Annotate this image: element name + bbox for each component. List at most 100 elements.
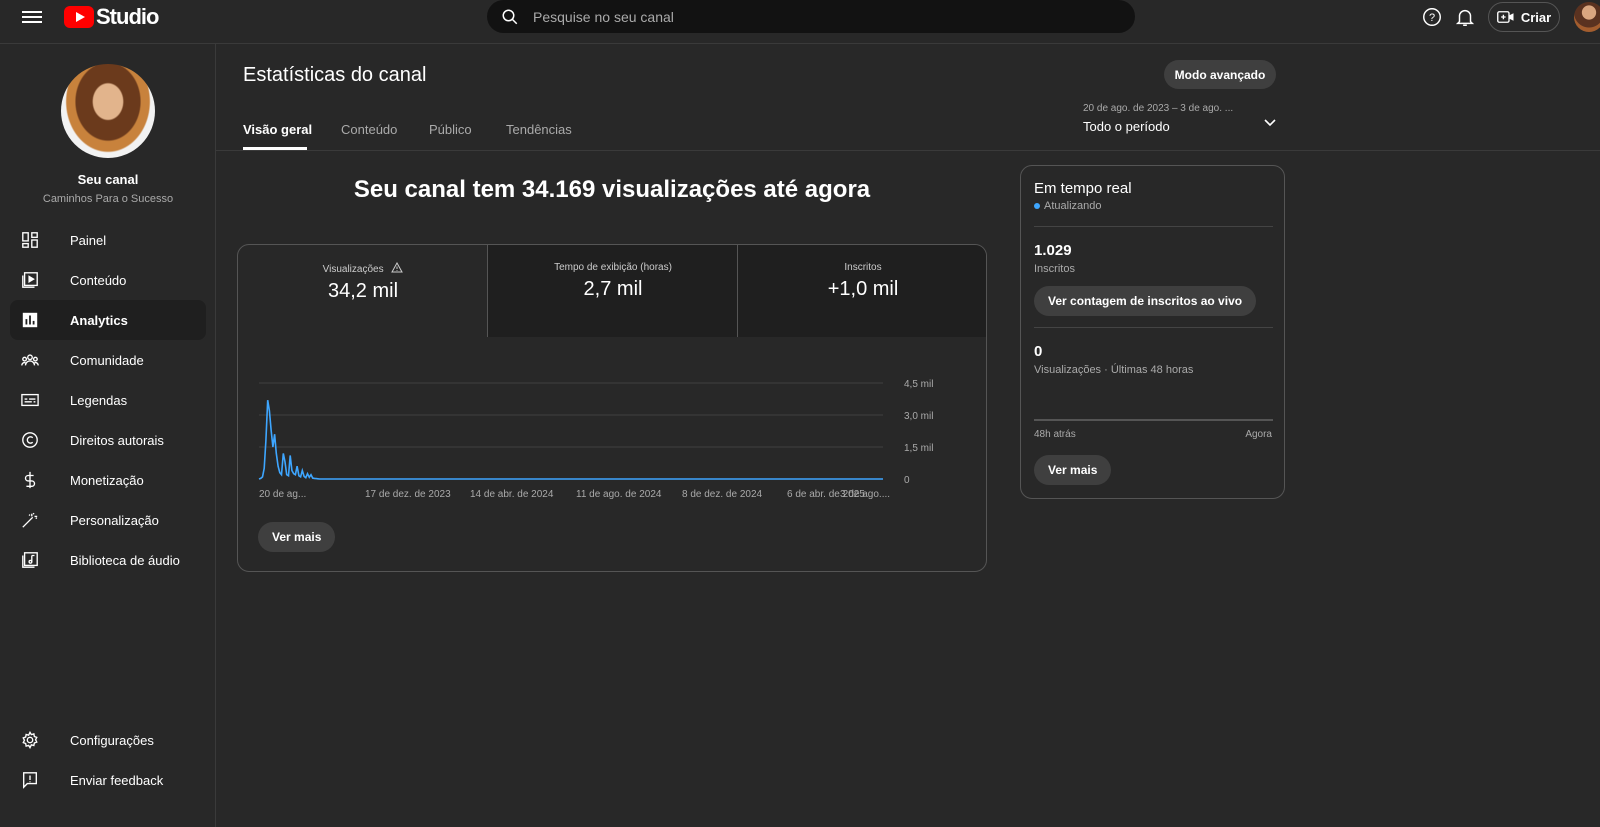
sidebar-item-content[interactable]: Conteúdo bbox=[10, 260, 206, 300]
realtime-views-value: 0 bbox=[1034, 343, 1043, 360]
metric-label-row: Visualizações bbox=[238, 261, 488, 275]
sidebar-item-subtitles[interactable]: Legendas bbox=[10, 380, 206, 420]
sidebar-item-label: Analytics bbox=[70, 312, 128, 328]
realtime-status: Atualizando bbox=[1034, 200, 1102, 212]
views-chart: 4,5 mil 3,0 mil 1,5 mil 0 20 de ag... 17 de d… bbox=[238, 337, 986, 571]
realtime-axis-right: Agora bbox=[1245, 429, 1272, 440]
metric-value: 34,2 mil bbox=[327, 280, 399, 302]
divider bbox=[1034, 327, 1273, 328]
search-bar[interactable] bbox=[487, 0, 1135, 33]
sidebar-item-analytics[interactable]: Analytics bbox=[10, 300, 206, 340]
channel-avatar[interactable] bbox=[61, 64, 155, 158]
tab-overview[interactable]: Visão geral bbox=[243, 122, 312, 137]
audio-library-icon bbox=[20, 550, 40, 570]
y-tick-label: 0 bbox=[904, 475, 910, 486]
live-subscriber-count-button[interactable]: Ver contagem de inscritos ao vivo bbox=[1034, 286, 1257, 316]
feedback-icon bbox=[20, 770, 40, 790]
sidebar-item-copyright[interactable]: Direitos autorais bbox=[10, 420, 206, 460]
search-icon bbox=[502, 9, 518, 24]
analytics-icon bbox=[20, 310, 40, 330]
menu-icon[interactable] bbox=[22, 8, 42, 24]
sidebar-item-label: Configurações bbox=[70, 732, 154, 748]
x-tick-label: 11 de ago. de 2024 bbox=[576, 489, 662, 500]
divider bbox=[1034, 226, 1273, 227]
metrics-card: Visualizações 34,2 mil Tempo de exibição… bbox=[237, 244, 987, 572]
sidebar-item-label: Biblioteca de áudio bbox=[70, 552, 180, 568]
tabs-divider bbox=[216, 150, 1600, 151]
metric-label: Inscritos bbox=[844, 262, 882, 273]
realtime-chart-axis bbox=[1034, 419, 1273, 421]
period-selector[interactable]: 20 de ago. de 2023 – 3 de ago. ... Todo … bbox=[1083, 103, 1279, 134]
account-avatar[interactable] bbox=[1574, 2, 1600, 32]
metric-value: 2,7 mil bbox=[583, 278, 643, 300]
realtime-axis-left: 48h atrás bbox=[1034, 429, 1076, 440]
metric-label: Tempo de exibição (horas) bbox=[554, 262, 672, 273]
x-tick-label: 20 de ag... bbox=[259, 489, 306, 500]
realtime-see-more-button[interactable]: Ver mais bbox=[1034, 455, 1112, 485]
period-value: Todo o período bbox=[1083, 119, 1170, 134]
notifications-icon[interactable] bbox=[1454, 6, 1476, 28]
chevron-down-icon bbox=[1264, 119, 1276, 127]
community-icon bbox=[20, 350, 40, 370]
metric-tab-views[interactable]: Visualizações 34,2 mil bbox=[238, 245, 488, 337]
customization-icon bbox=[20, 510, 40, 530]
x-tick-label: 8 de dez. de 2024 bbox=[682, 489, 763, 500]
settings-icon bbox=[20, 730, 40, 750]
page-title: Estatísticas do canal bbox=[243, 64, 427, 86]
sidebar-item-settings[interactable]: Configurações bbox=[10, 720, 206, 760]
sidebar-item-audio-library[interactable]: Biblioteca de áudio bbox=[10, 540, 206, 580]
metric-tab-watch-time[interactable]: Tempo de exibição (horas) 2,7 mil bbox=[488, 245, 738, 337]
monetization-icon bbox=[20, 470, 40, 490]
sidebar-item-label: Painel bbox=[70, 232, 107, 248]
logo-text: Studio bbox=[96, 4, 159, 29]
x-tick-label: 3 de ago.... bbox=[840, 489, 890, 500]
advanced-mode-button[interactable]: Modo avançado bbox=[1164, 60, 1276, 89]
dashboard-icon bbox=[20, 230, 40, 250]
tab-audience[interactable]: Público bbox=[429, 122, 472, 137]
sidebar-item-label: Enviar feedback bbox=[70, 772, 164, 788]
realtime-subscribers-value: 1.029 bbox=[1034, 242, 1072, 259]
x-tick-label: 17 de dez. de 2023 bbox=[365, 489, 451, 500]
sidebar-item-label: Personalização bbox=[70, 512, 159, 528]
top-bar: Studio ? Criar bbox=[0, 0, 1600, 44]
live-dot-icon bbox=[1034, 203, 1040, 209]
sidebar-item-community[interactable]: Comunidade bbox=[10, 340, 206, 380]
content-icon bbox=[20, 270, 40, 290]
tab-content[interactable]: Conteúdo bbox=[341, 122, 397, 137]
total-views-headline: Seu canal tem 34.169 visualizações até a… bbox=[353, 176, 871, 203]
y-tick-label: 1,5 mil bbox=[904, 443, 933, 454]
create-video-icon bbox=[1496, 11, 1514, 23]
y-tick-label: 4,5 mil bbox=[904, 379, 933, 390]
realtime-subscribers-label: Inscritos bbox=[1034, 263, 1075, 275]
metric-label: Visualizações bbox=[322, 264, 384, 275]
sidebar-item-label: Comunidade bbox=[70, 352, 144, 368]
y-tick-label: 3,0 mil bbox=[904, 411, 933, 422]
help-icon[interactable]: ? bbox=[1421, 6, 1443, 28]
sidebar-item-label: Legendas bbox=[70, 392, 128, 408]
warning-icon bbox=[391, 261, 404, 273]
sidebar-item-label: Monetização bbox=[70, 472, 144, 488]
svg-text:?: ? bbox=[1429, 12, 1435, 24]
channel-name: Seu canal bbox=[77, 172, 139, 187]
sidebar-item-customization[interactable]: Personalização bbox=[10, 500, 206, 540]
sidebar-item-monetization[interactable]: Monetização bbox=[10, 460, 206, 500]
views-series-line bbox=[258, 399, 883, 480]
subtitles-icon bbox=[20, 390, 40, 410]
sidebar: Seu canal Caminhos Para o Sucesso Painel… bbox=[0, 44, 216, 827]
realtime-card: Em tempo real Atualizando 1.029 Inscrito… bbox=[1020, 165, 1285, 499]
metric-value: +1,0 mil bbox=[827, 278, 899, 300]
see-more-button[interactable]: Ver mais bbox=[258, 522, 336, 552]
sidebar-item-dashboard[interactable]: Painel bbox=[10, 220, 206, 260]
sidebar-item-feedback[interactable]: Enviar feedback bbox=[10, 760, 206, 800]
realtime-status-text: Atualizando bbox=[1044, 200, 1102, 212]
sidebar-item-label: Conteúdo bbox=[70, 272, 127, 288]
metric-tab-subscribers[interactable]: Inscritos +1,0 mil bbox=[738, 245, 986, 337]
period-range: 20 de ago. de 2023 – 3 de ago. ... bbox=[1083, 103, 1234, 114]
create-label: Criar bbox=[1520, 9, 1552, 25]
create-button[interactable]: Criar bbox=[1488, 2, 1560, 32]
search-input[interactable] bbox=[533, 8, 1093, 25]
youtube-studio-logo[interactable]: Studio bbox=[64, 4, 159, 30]
views-chart-svg: 4,5 mil 3,0 mil 1,5 mil 0 20 de ag... 17 de d… bbox=[258, 379, 933, 500]
copyright-icon bbox=[20, 430, 40, 450]
tab-trends[interactable]: Tendências bbox=[506, 122, 572, 137]
